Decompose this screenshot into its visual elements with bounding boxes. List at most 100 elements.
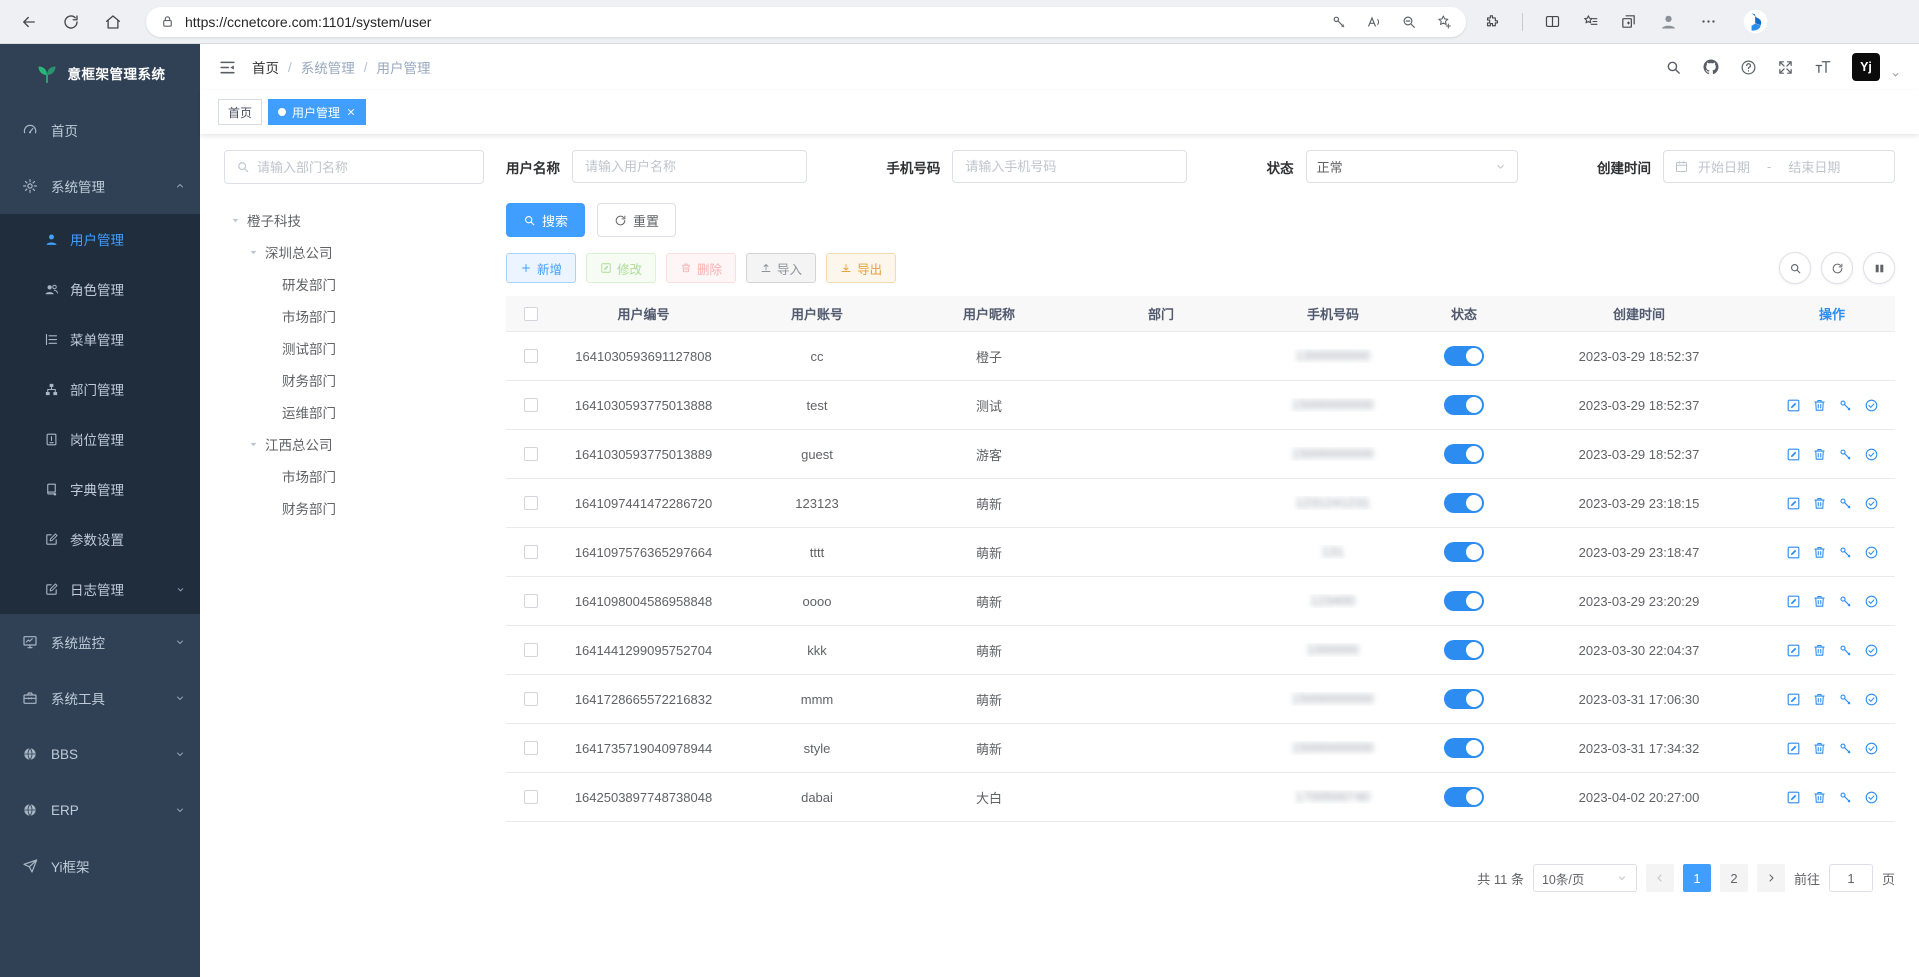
- status-toggle[interactable]: [1444, 493, 1484, 513]
- username-input[interactable]: [572, 150, 807, 183]
- row-assign-role-icon[interactable]: [1864, 741, 1879, 756]
- row-delete-icon[interactable]: [1812, 790, 1827, 805]
- row-checkbox[interactable]: [524, 349, 538, 363]
- sidebar-item-user-management[interactable]: 用户管理: [0, 214, 200, 264]
- row-checkbox[interactable]: [524, 790, 538, 804]
- status-toggle[interactable]: [1444, 346, 1484, 366]
- tree-caret-icon[interactable]: [246, 247, 260, 258]
- breadcrumb-system[interactable]: 系统管理: [301, 57, 355, 77]
- status-toggle[interactable]: [1444, 542, 1484, 562]
- tree-caret-icon[interactable]: [228, 215, 242, 226]
- row-reset-password-icon[interactable]: [1838, 398, 1853, 413]
- refresh-table-icon[interactable]: [1821, 252, 1853, 284]
- breadcrumb-home[interactable]: 首页: [252, 57, 279, 77]
- status-toggle[interactable]: [1444, 787, 1484, 807]
- split-screen-icon[interactable]: [1544, 13, 1561, 30]
- row-checkbox[interactable]: [524, 545, 538, 559]
- status-select[interactable]: 正常: [1306, 150, 1518, 183]
- sidebar-item-home[interactable]: 首页: [0, 102, 200, 158]
- row-reset-password-icon[interactable]: [1838, 790, 1853, 805]
- row-delete-icon[interactable]: [1812, 496, 1827, 511]
- tree-node[interactable]: 财务部门: [224, 364, 484, 396]
- status-toggle[interactable]: [1444, 444, 1484, 464]
- row-edit-icon[interactable]: [1786, 692, 1801, 707]
- date-range-picker[interactable]: 开始日期 - 结束日期: [1663, 150, 1895, 183]
- toggle-columns-icon[interactable]: [1863, 252, 1895, 284]
- row-checkbox[interactable]: [524, 398, 538, 412]
- tree-node[interactable]: 市场部门: [224, 460, 484, 492]
- phone-input[interactable]: [952, 150, 1187, 183]
- close-icon[interactable]: [346, 107, 356, 117]
- row-edit-icon[interactable]: [1786, 643, 1801, 658]
- tree-node[interactable]: 财务部门: [224, 492, 484, 524]
- sidebar-item-log-management[interactable]: 日志管理: [0, 564, 200, 614]
- favorite-star-icon[interactable]: [1436, 14, 1452, 30]
- row-assign-role-icon[interactable]: [1864, 398, 1879, 413]
- row-reset-password-icon[interactable]: [1838, 692, 1853, 707]
- sidebar-item-dept-management[interactable]: 部门管理: [0, 364, 200, 414]
- row-edit-icon[interactable]: [1786, 496, 1801, 511]
- tree-node[interactable]: 橙子科技: [224, 204, 484, 236]
- row-reset-password-icon[interactable]: [1838, 545, 1853, 560]
- delete-button[interactable]: 删除: [666, 253, 736, 283]
- tree-node[interactable]: 江西总公司: [224, 428, 484, 460]
- tree-node[interactable]: 深圳总公司: [224, 236, 484, 268]
- read-aloud-icon[interactable]: [1366, 14, 1382, 30]
- favorites-bar-icon[interactable]: [1582, 13, 1599, 30]
- browser-menu-icon[interactable]: [1700, 13, 1717, 30]
- export-button[interactable]: 导出: [826, 253, 896, 283]
- status-toggle[interactable]: [1444, 689, 1484, 709]
- font-size-icon[interactable]: [1814, 58, 1832, 76]
- dept-search-input[interactable]: [257, 160, 472, 175]
- row-delete-icon[interactable]: [1812, 741, 1827, 756]
- dept-search-box[interactable]: [224, 150, 484, 184]
- row-delete-icon[interactable]: [1812, 643, 1827, 658]
- page-1-button[interactable]: 1: [1683, 864, 1711, 892]
- sidebar-item-dict-management[interactable]: 字典管理: [0, 464, 200, 514]
- reset-button[interactable]: 重置: [597, 203, 676, 237]
- goto-page-input[interactable]: [1829, 864, 1873, 892]
- row-checkbox[interactable]: [524, 692, 538, 706]
- sidebar-item-system-management[interactable]: 系统管理: [0, 158, 200, 214]
- row-checkbox[interactable]: [524, 643, 538, 657]
- row-edit-icon[interactable]: [1786, 790, 1801, 805]
- add-button[interactable]: 新增: [506, 253, 576, 283]
- tree-node[interactable]: 市场部门: [224, 300, 484, 332]
- toggle-search-icon[interactable]: [1779, 252, 1811, 284]
- url-text[interactable]: https://ccnetcore.com:1101/system/user: [185, 14, 1331, 30]
- fullscreen-icon[interactable]: [1777, 59, 1794, 76]
- search-button[interactable]: 搜索: [506, 203, 585, 237]
- row-reset-password-icon[interactable]: [1838, 643, 1853, 658]
- row-delete-icon[interactable]: [1812, 447, 1827, 462]
- row-reset-password-icon[interactable]: [1838, 594, 1853, 609]
- sidebar-item-system-monitor[interactable]: 系统监控: [0, 614, 200, 670]
- row-assign-role-icon[interactable]: [1864, 496, 1879, 511]
- next-page-button[interactable]: [1757, 864, 1785, 892]
- row-checkbox[interactable]: [524, 741, 538, 755]
- tree-caret-icon[interactable]: [246, 439, 260, 450]
- tab-home[interactable]: 首页: [218, 99, 262, 125]
- edit-button[interactable]: 修改: [586, 253, 656, 283]
- row-assign-role-icon[interactable]: [1864, 594, 1879, 609]
- row-edit-icon[interactable]: [1786, 398, 1801, 413]
- tab-user-management[interactable]: 用户管理: [268, 99, 366, 125]
- page-2-button[interactable]: 2: [1720, 864, 1748, 892]
- github-icon[interactable]: [1702, 58, 1720, 76]
- page-size-select[interactable]: 10条/页: [1533, 864, 1637, 892]
- browser-profile-icon[interactable]: [1658, 11, 1679, 32]
- sidebar-collapse-icon[interactable]: [218, 58, 237, 77]
- row-edit-icon[interactable]: [1786, 447, 1801, 462]
- sidebar-item-param-settings[interactable]: 参数设置: [0, 514, 200, 564]
- row-reset-password-icon[interactable]: [1838, 741, 1853, 756]
- status-toggle[interactable]: [1444, 738, 1484, 758]
- tree-node[interactable]: 运维部门: [224, 396, 484, 428]
- browser-home-button[interactable]: [98, 7, 128, 37]
- avatar-caret-icon[interactable]: [1890, 69, 1901, 80]
- row-edit-icon[interactable]: [1786, 545, 1801, 560]
- tree-node[interactable]: 研发部门: [224, 268, 484, 300]
- browser-refresh-button[interactable]: [56, 7, 86, 37]
- row-checkbox[interactable]: [524, 594, 538, 608]
- row-assign-role-icon[interactable]: [1864, 447, 1879, 462]
- user-avatar[interactable]: Yj: [1852, 53, 1880, 81]
- row-assign-role-icon[interactable]: [1864, 692, 1879, 707]
